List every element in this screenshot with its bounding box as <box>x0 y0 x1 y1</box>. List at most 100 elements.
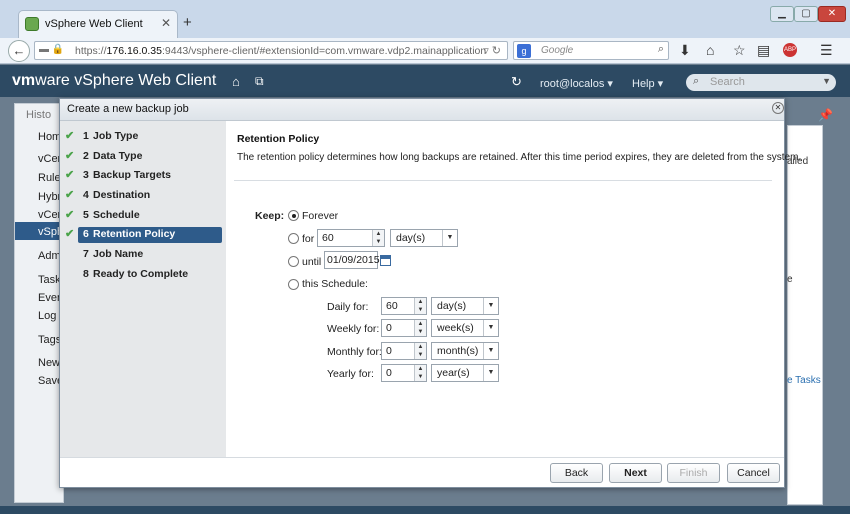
step-backup-targets[interactable]: ✔ 3 Backup Targets <box>62 168 222 184</box>
url-text: https://176.16.0.35:9443/vsphere-client/… <box>75 45 487 57</box>
step-ready-to-complete[interactable]: 8 Ready to Complete <box>62 267 222 283</box>
daily-label: Daily for: <box>327 301 369 313</box>
user-menu[interactable]: root@localos ▾ <box>540 77 613 90</box>
tab-close-icon[interactable]: ✕ <box>161 16 171 30</box>
radio-forever-label[interactable]: Forever <box>302 210 338 222</box>
dialog-title: Create a new backup job <box>67 103 189 115</box>
cancel-button[interactable]: Cancel <box>727 463 780 483</box>
weekly-stepper[interactable]: 0 ▲ ▼ <box>381 319 427 337</box>
monthly-stepper[interactable]: 0 ▲ ▼ <box>381 342 427 360</box>
refresh-icon[interactable]: ↻ <box>511 74 522 90</box>
calendar-icon[interactable] <box>380 255 391 266</box>
nav-item-home[interactable]: Hom <box>38 131 61 143</box>
for-unit-select[interactable]: day(s) ▼ <box>390 229 458 247</box>
nav-item-tags[interactable]: Tags <box>38 334 61 346</box>
weekly-unit-select[interactable]: week(s) ▼ <box>431 319 499 337</box>
dialog-close-icon[interactable]: ✕ <box>772 102 784 114</box>
checkmark-icon: ✔ <box>65 169 75 181</box>
checkmark-icon: ✔ <box>65 228 75 240</box>
search-icon[interactable]: ⌕ <box>658 43 664 56</box>
menu-icon[interactable]: ☰ <box>820 42 833 59</box>
step-job-type[interactable]: ✔ 1 Job Type <box>62 129 222 145</box>
next-button[interactable]: Next <box>609 463 662 483</box>
nav-item-new-search[interactable]: New <box>38 357 60 369</box>
search-icon: ⌕ <box>693 75 700 87</box>
adblock-icon[interactable]: ABP <box>783 43 797 57</box>
chevron-down-icon: ▼ <box>442 230 457 246</box>
step-retention-check: ✔ <box>62 227 78 243</box>
history-item[interactable]: Histo <box>26 109 51 121</box>
lock-icon: ▬ 🔒 <box>39 44 65 55</box>
reload-icon[interactable]: ▿ ↻ <box>483 44 501 57</box>
tab-title: vSphere Web Client <box>45 18 143 30</box>
new-tab-button[interactable]: + <box>183 14 192 31</box>
radio-until[interactable] <box>288 256 299 267</box>
back-button[interactable]: Back <box>550 463 603 483</box>
until-date-input[interactable]: 01/09/2015 <box>324 251 380 269</box>
checkmark-icon: ✔ <box>65 209 75 221</box>
checkmark-icon: ✔ <box>65 189 75 201</box>
recent-tasks-link[interactable]: e Tasks <box>787 375 821 386</box>
maximize-button[interactable]: ▢ <box>794 6 818 22</box>
window-close-button[interactable]: ✕ <box>818 6 846 22</box>
pin-icon[interactable]: 📌 <box>818 108 833 122</box>
minimize-button[interactable]: ▁ <box>770 6 794 22</box>
chevron-down-icon: ▼ <box>483 343 498 359</box>
stepper-arrows-icon[interactable]: ▲ ▼ <box>372 230 384 246</box>
daily-stepper[interactable]: 60 ▲ ▼ <box>381 297 427 315</box>
vsphere-home-icon[interactable]: ⌂ <box>232 74 240 89</box>
vsphere-logo: vmware vSphere Web Client <box>12 72 217 89</box>
daily-unit-select[interactable]: day(s) ▼ <box>431 297 499 315</box>
stepper-arrows-icon[interactable]: ▲ ▼ <box>414 365 426 381</box>
yearly-stepper[interactable]: 0 ▲ ▼ <box>381 364 427 382</box>
for-value-stepper[interactable]: 60 ▲ ▼ <box>317 229 385 247</box>
back-arrow-icon[interactable]: ← <box>8 40 30 62</box>
yearly-label: Yearly for: <box>327 368 374 380</box>
nav-item-tasks[interactable]: Task <box>38 274 61 286</box>
checkmark-icon: ✔ <box>65 130 75 142</box>
finish-button[interactable]: Finish <box>667 463 720 483</box>
home-icon[interactable]: ⌂ <box>706 42 714 58</box>
step-job-name[interactable]: 7 Job Name <box>62 247 222 263</box>
stepper-arrows-icon[interactable]: ▲ ▼ <box>414 343 426 359</box>
stepper-arrows-icon[interactable]: ▲ ▼ <box>414 298 426 314</box>
nav-item-hybrid[interactable]: Hybr <box>38 191 61 203</box>
divider <box>234 180 772 181</box>
step-data-type[interactable]: ✔ 2 Data Type <box>62 149 222 165</box>
chevron-down-icon: ▼ <box>483 365 498 381</box>
status-bar <box>0 506 850 514</box>
checkmark-icon: ✔ <box>65 150 75 162</box>
step-destination[interactable]: ✔ 4 Destination <box>62 188 222 204</box>
radio-schedule-label[interactable]: this Schedule: <box>302 278 368 290</box>
chevron-down-icon: ▼ <box>483 320 498 336</box>
vsphere-link-icon[interactable]: ⧉ <box>255 74 264 89</box>
radio-for-label[interactable]: for <box>302 233 314 245</box>
browser-search-box[interactable]: g Google ⌕ <box>513 41 669 60</box>
google-icon: g <box>517 44 531 58</box>
keep-label: Keep: <box>255 210 285 222</box>
right-panel-text: e <box>787 274 793 285</box>
radio-forever[interactable] <box>288 210 299 221</box>
vsphere-search-input[interactable]: ⌕ Search ▼ <box>686 74 836 91</box>
content-title: Retention Policy <box>237 133 320 145</box>
download-icon[interactable]: ⬇ <box>679 42 691 59</box>
yearly-unit-select[interactable]: year(s) ▼ <box>431 364 499 382</box>
chevron-down-icon[interactable]: ▼ <box>822 76 831 86</box>
reader-icon[interactable]: ▤ <box>757 42 770 59</box>
step-schedule[interactable]: ✔ 5 Schedule <box>62 208 222 224</box>
radio-schedule[interactable] <box>288 279 299 290</box>
help-menu[interactable]: Help ▾ <box>632 77 663 90</box>
right-panel <box>787 125 823 505</box>
stepper-arrows-icon[interactable]: ▲ ▼ <box>414 320 426 336</box>
radio-for[interactable] <box>288 233 299 244</box>
vsphere-favicon-icon <box>25 17 39 31</box>
nav-item-rules[interactable]: Rule <box>38 172 61 184</box>
browser-tab[interactable]: vSphere Web Client ✕ <box>18 10 178 38</box>
url-bar[interactable]: ▬ 🔒 https://176.16.0.35:9443/vsphere-cli… <box>34 41 508 60</box>
monthly-unit-select[interactable]: month(s) ▼ <box>431 342 499 360</box>
radio-until-label[interactable]: until <box>302 256 321 268</box>
bookmark-star-icon[interactable]: ☆ <box>733 42 746 59</box>
monthly-label: Monthly for: <box>327 346 382 358</box>
step-retention-policy[interactable]: 6 Retention Policy <box>78 227 222 243</box>
content-description: The retention policy determines how long… <box>237 152 802 163</box>
